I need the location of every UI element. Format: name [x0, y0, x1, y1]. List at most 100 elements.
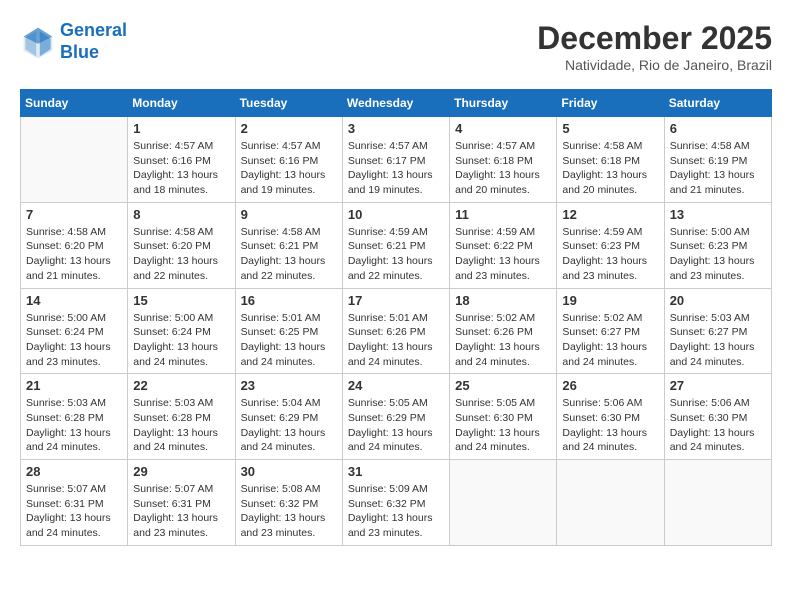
day-detail: Sunrise: 5:00 AM Sunset: 6:23 PM Dayligh… [670, 225, 766, 284]
day-number: 3 [348, 121, 444, 136]
calendar-cell: 10 Sunrise: 4:59 AM Sunset: 6:21 PM Dayli… [342, 202, 449, 288]
weekday-header-tuesday: Tuesday [235, 90, 342, 117]
day-number: 5 [562, 121, 658, 136]
day-number: 7 [26, 207, 122, 222]
calendar-cell: 28 Sunrise: 5:07 AM Sunset: 6:31 PM Dayli… [21, 460, 128, 546]
day-detail: Sunrise: 4:57 AM Sunset: 6:17 PM Dayligh… [348, 139, 444, 198]
day-number: 2 [241, 121, 337, 136]
title-area: December 2025 Natividade, Rio de Janeiro… [537, 20, 772, 73]
calendar-cell: 18Sunrise: 5:02 AM Sunset: 6:26 PM Dayli… [450, 288, 557, 374]
day-number: 29 [133, 464, 229, 479]
day-detail: Sunrise: 5:01 AM Sunset: 6:25 PM Dayligh… [241, 311, 337, 370]
calendar-cell: 8Sunrise: 4:58 AM Sunset: 6:20 PM Daylig… [128, 202, 235, 288]
week-row-4: 21 Sunrise: 5:03 AM Sunset: 6:28 PM Dayli… [21, 374, 772, 460]
day-detail: Sunrise: 5:05 AM Sunset: 6:29 PM Dayligh… [348, 396, 444, 455]
week-row-3: 14 Sunrise: 5:00 AM Sunset: 6:24 PM Dayli… [21, 288, 772, 374]
calendar-cell: 31 Sunrise: 5:09 AM Sunset: 6:32 PM Dayli… [342, 460, 449, 546]
calendar-cell: 11 Sunrise: 4:59 AM Sunset: 6:22 PM Dayli… [450, 202, 557, 288]
day-detail: Sunrise: 5:06 AM Sunset: 6:30 PM Dayligh… [670, 396, 766, 455]
logo-text: General Blue [60, 20, 127, 63]
day-detail: Sunrise: 5:07 AM Sunset: 6:31 PM Dayligh… [133, 482, 229, 541]
weekday-header-thursday: Thursday [450, 90, 557, 117]
header: General Blue December 2025 Natividade, R… [20, 20, 772, 73]
day-number: 28 [26, 464, 122, 479]
day-detail: Sunrise: 4:58 AM Sunset: 6:19 PM Dayligh… [670, 139, 766, 198]
day-detail: Sunrise: 5:02 AM Sunset: 6:26 PM Dayligh… [455, 311, 551, 370]
logo: General Blue [20, 20, 127, 63]
calendar-cell: 6 Sunrise: 4:58 AM Sunset: 6:19 PM Daylig… [664, 117, 771, 203]
calendar-cell: 9 Sunrise: 4:58 AM Sunset: 6:21 PM Daylig… [235, 202, 342, 288]
calendar-cell: 21 Sunrise: 5:03 AM Sunset: 6:28 PM Dayli… [21, 374, 128, 460]
day-number: 11 [455, 207, 551, 222]
day-number: 21 [26, 378, 122, 393]
day-detail: Sunrise: 5:03 AM Sunset: 6:28 PM Dayligh… [133, 396, 229, 455]
day-number: 25 [455, 378, 551, 393]
day-detail: Sunrise: 4:59 AM Sunset: 6:22 PM Dayligh… [455, 225, 551, 284]
weekday-header-monday: Monday [128, 90, 235, 117]
calendar-cell: 24Sunrise: 5:05 AM Sunset: 6:29 PM Dayli… [342, 374, 449, 460]
calendar-cell: 19Sunrise: 5:02 AM Sunset: 6:27 PM Dayli… [557, 288, 664, 374]
week-row-5: 28 Sunrise: 5:07 AM Sunset: 6:31 PM Dayli… [21, 460, 772, 546]
day-detail: Sunrise: 5:09 AM Sunset: 6:32 PM Dayligh… [348, 482, 444, 541]
day-detail: Sunrise: 5:03 AM Sunset: 6:28 PM Dayligh… [26, 396, 122, 455]
calendar-cell: 12 Sunrise: 4:59 AM Sunset: 6:23 PM Dayli… [557, 202, 664, 288]
calendar-cell: 14Sunrise: 5:00 AM Sunset: 6:24 PM Dayli… [21, 288, 128, 374]
day-number: 31 [348, 464, 444, 479]
day-detail: Sunrise: 4:58 AM Sunset: 6:20 PM Dayligh… [26, 225, 122, 284]
weekday-header-sunday: Sunday [21, 90, 128, 117]
calendar-cell: 15 Sunrise: 5:00 AM Sunset: 6:24 PM Dayli… [128, 288, 235, 374]
day-number: 10 [348, 207, 444, 222]
day-detail: Sunrise: 4:58 AM Sunset: 6:21 PM Dayligh… [241, 225, 337, 284]
day-number: 27 [670, 378, 766, 393]
day-detail: Sunrise: 5:00 AM Sunset: 6:24 PM Dayligh… [133, 311, 229, 370]
day-number: 16 [241, 293, 337, 308]
day-number: 13 [670, 207, 766, 222]
day-number: 14 [26, 293, 122, 308]
week-row-1: 1 Sunrise: 4:57 AM Sunset: 6:16 PM Daylig… [21, 117, 772, 203]
day-detail: Sunrise: 5:07 AM Sunset: 6:31 PM Dayligh… [26, 482, 122, 541]
day-number: 6 [670, 121, 766, 136]
calendar-cell: 4 Sunrise: 4:57 AM Sunset: 6:18 PM Daylig… [450, 117, 557, 203]
day-detail: Sunrise: 4:58 AM Sunset: 6:18 PM Dayligh… [562, 139, 658, 198]
day-number: 17 [348, 293, 444, 308]
day-detail: Sunrise: 4:59 AM Sunset: 6:23 PM Dayligh… [562, 225, 658, 284]
day-detail: Sunrise: 5:05 AM Sunset: 6:30 PM Dayligh… [455, 396, 551, 455]
day-detail: Sunrise: 4:57 AM Sunset: 6:16 PM Dayligh… [241, 139, 337, 198]
day-number: 30 [241, 464, 337, 479]
location-subtitle: Natividade, Rio de Janeiro, Brazil [537, 57, 772, 73]
calendar-cell: 25 Sunrise: 5:05 AM Sunset: 6:30 PM Dayli… [450, 374, 557, 460]
calendar-cell [450, 460, 557, 546]
calendar-cell: 5 Sunrise: 4:58 AM Sunset: 6:18 PM Daylig… [557, 117, 664, 203]
day-detail: Sunrise: 4:57 AM Sunset: 6:18 PM Dayligh… [455, 139, 551, 198]
day-number: 26 [562, 378, 658, 393]
calendar-cell: 23Sunrise: 5:04 AM Sunset: 6:29 PM Dayli… [235, 374, 342, 460]
calendar-cell: 13 Sunrise: 5:00 AM Sunset: 6:23 PM Dayli… [664, 202, 771, 288]
calendar-cell: 17 Sunrise: 5:01 AM Sunset: 6:26 PM Dayli… [342, 288, 449, 374]
calendar-cell [664, 460, 771, 546]
calendar-cell [21, 117, 128, 203]
week-row-2: 7 Sunrise: 4:58 AM Sunset: 6:20 PM Daylig… [21, 202, 772, 288]
logo-line1: General [60, 20, 127, 40]
day-number: 20 [670, 293, 766, 308]
day-number: 15 [133, 293, 229, 308]
day-number: 8 [133, 207, 229, 222]
day-number: 22 [133, 378, 229, 393]
day-detail: Sunrise: 4:59 AM Sunset: 6:21 PM Dayligh… [348, 225, 444, 284]
day-number: 23 [241, 378, 337, 393]
month-title: December 2025 [537, 20, 772, 57]
day-number: 1 [133, 121, 229, 136]
calendar-cell: 16 Sunrise: 5:01 AM Sunset: 6:25 PM Dayli… [235, 288, 342, 374]
calendar-cell: 3 Sunrise: 4:57 AM Sunset: 6:17 PM Daylig… [342, 117, 449, 203]
calendar-cell: 20Sunrise: 5:03 AM Sunset: 6:27 PM Dayli… [664, 288, 771, 374]
day-number: 12 [562, 207, 658, 222]
day-detail: Sunrise: 5:01 AM Sunset: 6:26 PM Dayligh… [348, 311, 444, 370]
calendar-cell: 22 Sunrise: 5:03 AM Sunset: 6:28 PM Dayli… [128, 374, 235, 460]
day-number: 9 [241, 207, 337, 222]
day-detail: Sunrise: 5:06 AM Sunset: 6:30 PM Dayligh… [562, 396, 658, 455]
calendar-cell: 30Sunrise: 5:08 AM Sunset: 6:32 PM Dayli… [235, 460, 342, 546]
day-detail: Sunrise: 5:02 AM Sunset: 6:27 PM Dayligh… [562, 311, 658, 370]
calendar-cell: 26 Sunrise: 5:06 AM Sunset: 6:30 PM Dayli… [557, 374, 664, 460]
calendar-cell: 2 Sunrise: 4:57 AM Sunset: 6:16 PM Daylig… [235, 117, 342, 203]
weekday-header-saturday: Saturday [664, 90, 771, 117]
day-number: 4 [455, 121, 551, 136]
